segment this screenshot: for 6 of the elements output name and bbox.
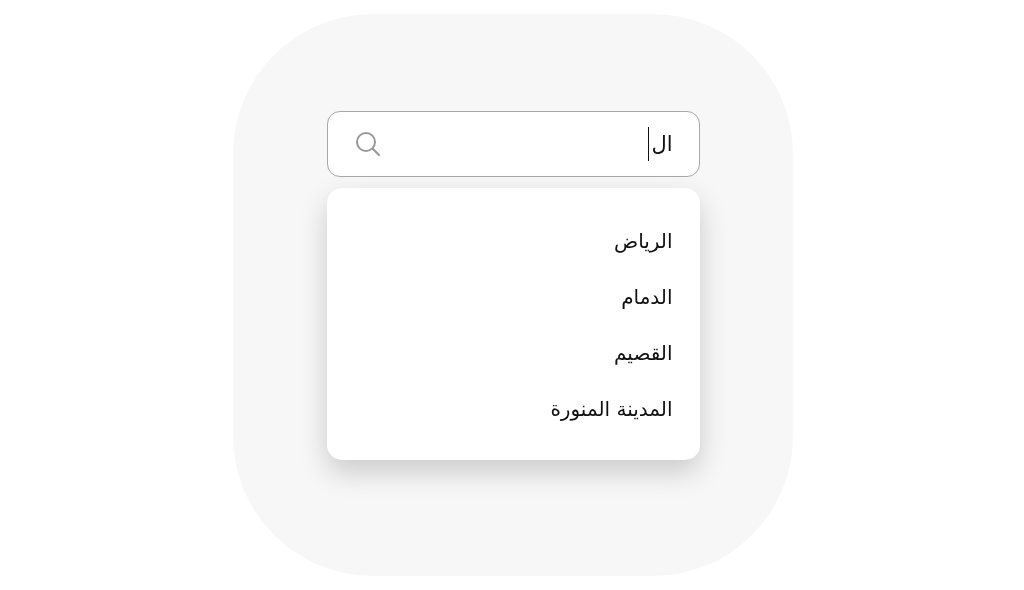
suggestion-item[interactable]: الرياض bbox=[353, 213, 673, 269]
suggestion-item[interactable]: الدمام bbox=[353, 269, 673, 325]
suggestion-item[interactable]: المدينة المنورة bbox=[353, 381, 673, 437]
suggestion-item[interactable]: القصيم bbox=[353, 325, 673, 381]
search-icon bbox=[353, 130, 382, 158]
search-field[interactable]: ال bbox=[326, 111, 700, 177]
